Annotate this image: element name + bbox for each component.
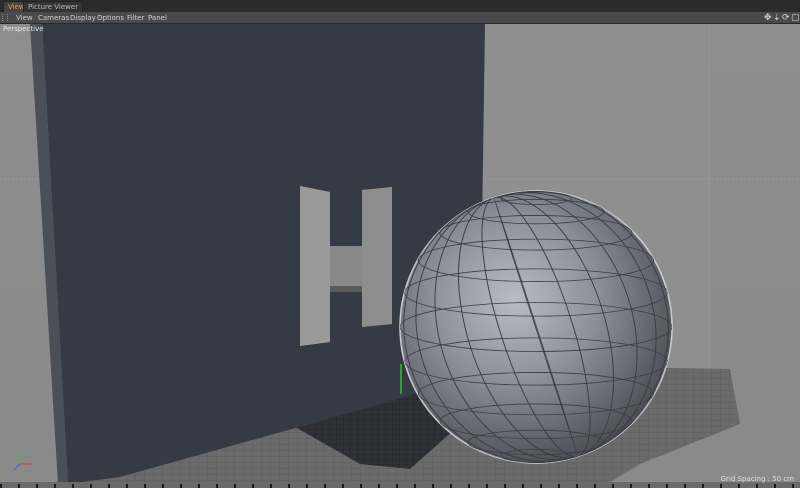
- rotate-icon[interactable]: ⟳: [782, 12, 790, 24]
- menu-filter[interactable]: Filter: [127, 12, 144, 24]
- scene-render: [0, 24, 800, 488]
- menu-panel[interactable]: Panel: [148, 12, 167, 24]
- menu-display[interactable]: Display: [70, 12, 96, 24]
- timeline-ruler: [0, 484, 800, 488]
- menu-options[interactable]: Options: [97, 12, 124, 24]
- maximize-icon[interactable]: ▢: [791, 12, 800, 24]
- viewport-nav-icons: ✥ ⇣ ⟳ ▢: [764, 12, 800, 24]
- grid-spacing-label: Grid Spacing : 50 cm: [720, 475, 794, 483]
- menu-bar: View Cameras Display Options Filter Pane…: [0, 12, 800, 24]
- camera-label: Perspective: [3, 25, 44, 33]
- zoom-icon[interactable]: ⇣: [773, 12, 781, 24]
- menu-view[interactable]: View: [16, 12, 33, 24]
- perspective-viewport[interactable]: Perspective Grid Spacing : 50 cm: [0, 24, 800, 488]
- tab-bar: View Picture Viewer: [0, 0, 800, 12]
- move-icon[interactable]: ✥: [764, 12, 772, 24]
- menu-cameras[interactable]: Cameras: [38, 12, 69, 24]
- tab-picture-viewer[interactable]: Picture Viewer: [23, 1, 84, 12]
- grip-handle[interactable]: [2, 14, 8, 21]
